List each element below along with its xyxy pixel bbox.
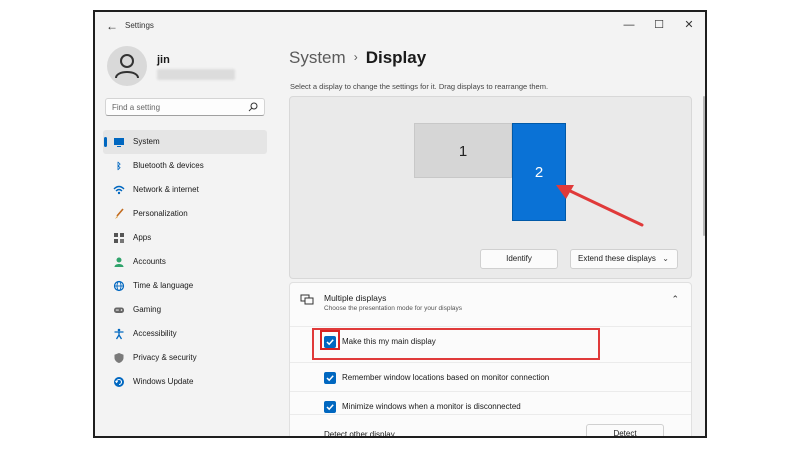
multiple-displays-title: Multiple displays — [324, 293, 387, 303]
search-box[interactable] — [105, 98, 265, 116]
sidebar-item-label: Accounts — [133, 257, 166, 266]
minimize-button[interactable]: — — [617, 16, 641, 34]
sidebar-item-label: Gaming — [133, 305, 162, 314]
sidebar-item-apps[interactable]: Apps — [103, 226, 267, 250]
sidebar-item-windows-update[interactable]: Windows Update — [103, 370, 267, 394]
checkmark-icon — [326, 375, 334, 382]
sidebar-item-personalization[interactable]: Personalization — [103, 202, 267, 226]
page-title: Display — [365, 48, 427, 67]
annotation-arrow-icon — [556, 185, 644, 227]
sidebar-item-label: Personalization — [133, 209, 188, 218]
title-bar: ← Settings — ☐ ✕ — [95, 12, 705, 42]
avatar[interactable] — [107, 46, 147, 86]
sidebar-item-bluetooth[interactable]: ᛒ Bluetooth & devices — [103, 154, 267, 178]
multiple-displays-subtitle: Choose the presentation mode for your di… — [324, 305, 463, 312]
person-icon — [113, 256, 125, 268]
sidebar-item-label: System — [133, 137, 160, 146]
annotation-highlight-box — [312, 328, 600, 360]
remember-locations-checkbox[interactable] — [324, 372, 336, 384]
sidebar-item-time-language[interactable]: Time & language — [103, 274, 267, 298]
checkmark-icon — [326, 404, 334, 411]
sidebar-item-label: Network & internet — [133, 185, 199, 194]
user-email-redacted — [157, 69, 235, 80]
monitor-1-number: 1 — [458, 143, 468, 160]
sidebar-item-label: Bluetooth & devices — [133, 161, 204, 170]
sidebar-item-label: Time & language — [133, 281, 194, 290]
sidebar-item-label: Privacy & security — [133, 353, 197, 362]
shield-icon — [113, 352, 125, 364]
detect-button[interactable]: Detect — [586, 424, 664, 436]
scrollbar[interactable] — [703, 96, 705, 236]
sidebar-item-label: Apps — [133, 233, 152, 242]
sidebar-item-accessibility[interactable]: Accessibility — [103, 322, 267, 346]
sidebar-item-accounts[interactable]: Accounts — [103, 250, 267, 274]
maximize-button[interactable]: ☐ — [647, 16, 671, 34]
display-arrangement-panel: 1 2 Identify Extend these displays ⌄ — [289, 96, 692, 279]
gamepad-icon — [113, 304, 125, 316]
chevron-down-icon: ⌄ — [662, 254, 669, 263]
remember-locations-label: Remember window locations based on monit… — [342, 373, 550, 382]
multiple-displays-header[interactable]: Multiple displays Choose the presentatio… — [290, 283, 691, 319]
wifi-icon — [113, 184, 125, 196]
sidebar-item-gaming[interactable]: Gaming — [103, 298, 267, 322]
minimize-windows-checkbox[interactable] — [324, 401, 336, 413]
sidebar-item-system[interactable]: System — [103, 130, 267, 154]
accessibility-icon — [113, 328, 125, 340]
sidebar-nav: System ᛒ Bluetooth & devices Network & i… — [103, 130, 267, 394]
breadcrumb-parent[interactable]: System — [289, 48, 346, 67]
sidebar-item-privacy-security[interactable]: Privacy & security — [103, 346, 267, 370]
multiple-displays-card: Multiple displays Choose the presentatio… — [289, 282, 692, 438]
globe-icon — [113, 280, 125, 292]
identify-button[interactable]: Identify — [480, 249, 558, 269]
close-button[interactable]: ✕ — [677, 16, 701, 34]
display-instruction: Select a display to change the settings … — [290, 82, 549, 91]
bluetooth-icon: ᛒ — [116, 161, 122, 171]
chevron-up-icon[interactable]: ⌃ — [671, 294, 679, 305]
monitor-icon — [113, 136, 125, 148]
sidebar-item-label: Windows Update — [133, 377, 194, 386]
option-row-remember-locations: Remember window locations based on monit… — [290, 362, 691, 392]
apps-icon — [113, 232, 125, 244]
search-input[interactable] — [112, 101, 242, 114]
update-icon — [113, 376, 125, 388]
display-mode-select[interactable]: Extend these displays ⌄ — [570, 249, 678, 269]
search-icon[interactable] — [248, 102, 258, 112]
display-mode-value: Extend these displays — [578, 254, 656, 263]
monitor-1-tile[interactable]: 1 — [414, 123, 512, 178]
breadcrumb: System › Display — [289, 48, 426, 68]
window-title: Settings — [125, 21, 154, 30]
sidebar-item-network[interactable]: Network & internet — [103, 178, 267, 202]
sidebar-item-label: Accessibility — [133, 329, 177, 338]
active-indicator — [104, 137, 107, 147]
detect-label: Detect other display — [324, 430, 395, 438]
brush-icon — [113, 208, 125, 220]
settings-window: ← Settings — ☐ ✕ jin System ᛒ Bluetooth — [93, 10, 707, 438]
annotation-checkbox-highlight — [320, 330, 340, 350]
chevron-right-icon: › — [353, 50, 358, 64]
back-arrow-icon[interactable]: ← — [105, 19, 119, 33]
person-icon — [115, 54, 139, 79]
minimize-windows-label: Minimize windows when a monitor is disco… — [342, 402, 521, 411]
multiple-monitors-icon — [300, 294, 314, 305]
user-name: jin — [157, 54, 170, 66]
detect-row: Detect other display Detect — [290, 414, 691, 438]
